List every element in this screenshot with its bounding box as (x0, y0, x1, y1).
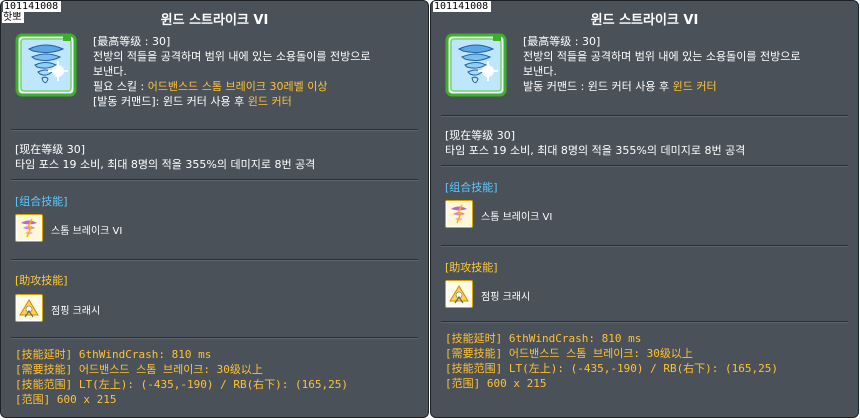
trigger-command-value: 윈드 커터 (672, 80, 717, 93)
storm-break-icon (445, 200, 473, 228)
desc-line-2: 보낸다. (93, 65, 127, 78)
skill-range-size: [范围] 600 x 215 (15, 393, 117, 406)
trigger-command-label: [발동 커맨드]: 윈드 커터 사용 후 (93, 95, 248, 108)
divider (441, 165, 848, 167)
divider (441, 321, 848, 323)
divider (11, 337, 418, 339)
assist-skills-heading: [助攻技能] (15, 274, 68, 287)
storm-break-icon (15, 214, 43, 242)
tornado-skill-icon (15, 33, 77, 97)
combo-skills-heading: [组合技能] (15, 195, 68, 208)
current-level: [现在等级 30] 타임 포스 19 소비, 최대 8명의 적을 355%의 데… (445, 128, 745, 158)
skill-requirement: [需要技能] 어드밴스드 스톰 브레이크: 30级以上 (15, 363, 263, 376)
skill-range-coords: [技能范围] LT(左上): (-435,-190) / RB(右下): (16… (15, 378, 349, 391)
skill-title: 윈드 스트라이크 VI (590, 13, 699, 28)
max-level: [最高等级 : 30] (93, 35, 171, 48)
skill-tooltip-right: 101141008 윈드 스트라이크 VI [最高等级 : 30] 전방의 적들… (430, 0, 859, 418)
current-level-heading: [现在等级 30] (445, 129, 516, 142)
divider (441, 245, 848, 247)
combo-skill-name: 스톰 브레이크 VI (51, 226, 123, 237)
divider (441, 115, 848, 117)
desc-line-1: 전방의 적들을 공격하며 범위 내에 있는 소용돌이를 전방으로 (523, 50, 801, 63)
trigger-command-value: 윈드 커터 (247, 95, 292, 108)
tornado-skill-icon (445, 33, 507, 97)
trigger-command: [발동 커맨드]: 윈드 커터 사용 후 윈드 커터 (93, 94, 423, 109)
divider (11, 179, 418, 181)
required-skill: 필요 스킬 : 어드밴스드 스톰 브레이크 30레벨 이상 (93, 79, 423, 94)
combo-skill-name: 스톰 브레이크 VI (481, 212, 553, 223)
assist-skills-heading: [助攻技能] (445, 261, 498, 274)
required-skill-value: 어드밴스드 스톰 브레이크 30레벨 이상 (147, 80, 328, 93)
max-level: [最高等级 : 30] (523, 35, 601, 48)
divider (11, 259, 418, 261)
trigger-command-label: 발동 커맨드 : 윈드 커터 사용 후 (523, 80, 673, 93)
required-skill-label: 필요 스킬 : (93, 80, 148, 93)
skill-info-block: [技能延时] 6thWindCrash: 810 ms [需要技能] 어드밴스드… (445, 331, 778, 391)
assist-skill-name: 점핑 크래시 (481, 292, 531, 303)
skill-delay: [技能延时] 6thWindCrash: 810 ms (445, 332, 642, 345)
combo-skills-heading: [组合技能] (445, 181, 498, 194)
divider (11, 129, 418, 131)
assist-skill-name: 점핑 크래시 (51, 306, 101, 317)
current-level-text: 타임 포스 19 소비, 최대 8명의 적을 355%의 데미지로 8번 공격 (15, 158, 316, 171)
skill-title: 윈드 스트라이크 VI (160, 13, 269, 28)
skill-delay: [技能延时] 6thWindCrash: 810 ms (15, 348, 212, 361)
skill-range-size: [范围] 600 x 215 (445, 377, 547, 390)
skill-info-block: [技能延时] 6thWindCrash: 810 ms [需要技能] 어드밴스드… (15, 347, 348, 407)
desc-line-1: 전방의 적들을 공격하며 범위 내에 있는 소용돌이를 전방으로 (93, 50, 371, 63)
current-level-text: 타임 포스 19 소비, 최대 8명의 적을 355%의 데미지로 8번 공격 (445, 144, 746, 157)
skill-description: [最高等级 : 30] 전방의 적들을 공격하며 범위 내에 있는 소용돌이를 … (523, 34, 853, 94)
skill-requirement: [需要技能] 어드밴스드 스톰 브레이크: 30级以上 (445, 347, 693, 360)
skill-tooltip-left: 101141008 핫뽀 윈드 스트라이크 VI [最高等级 : 30] 전방의… (0, 0, 429, 418)
current-level: [现在等级 30] 타임 포스 19 소비, 최대 8명의 적을 355%의 데… (15, 142, 315, 172)
current-level-heading: [现在等级 30] (15, 143, 86, 156)
skill-description: [最高等级 : 30] 전방의 적들을 공격하며 범위 내에 있는 소용돌이를 … (93, 34, 423, 109)
skill-range-coords: [技能范围] LT(左上): (-435,-190) / RB(右下): (16… (445, 362, 779, 375)
desc-line-2: 보낸다. (523, 65, 557, 78)
trigger-command: 발동 커맨드 : 윈드 커터 사용 후 윈드 커터 (523, 79, 853, 94)
jumping-crash-icon (445, 280, 473, 308)
jumping-crash-icon (15, 294, 43, 322)
